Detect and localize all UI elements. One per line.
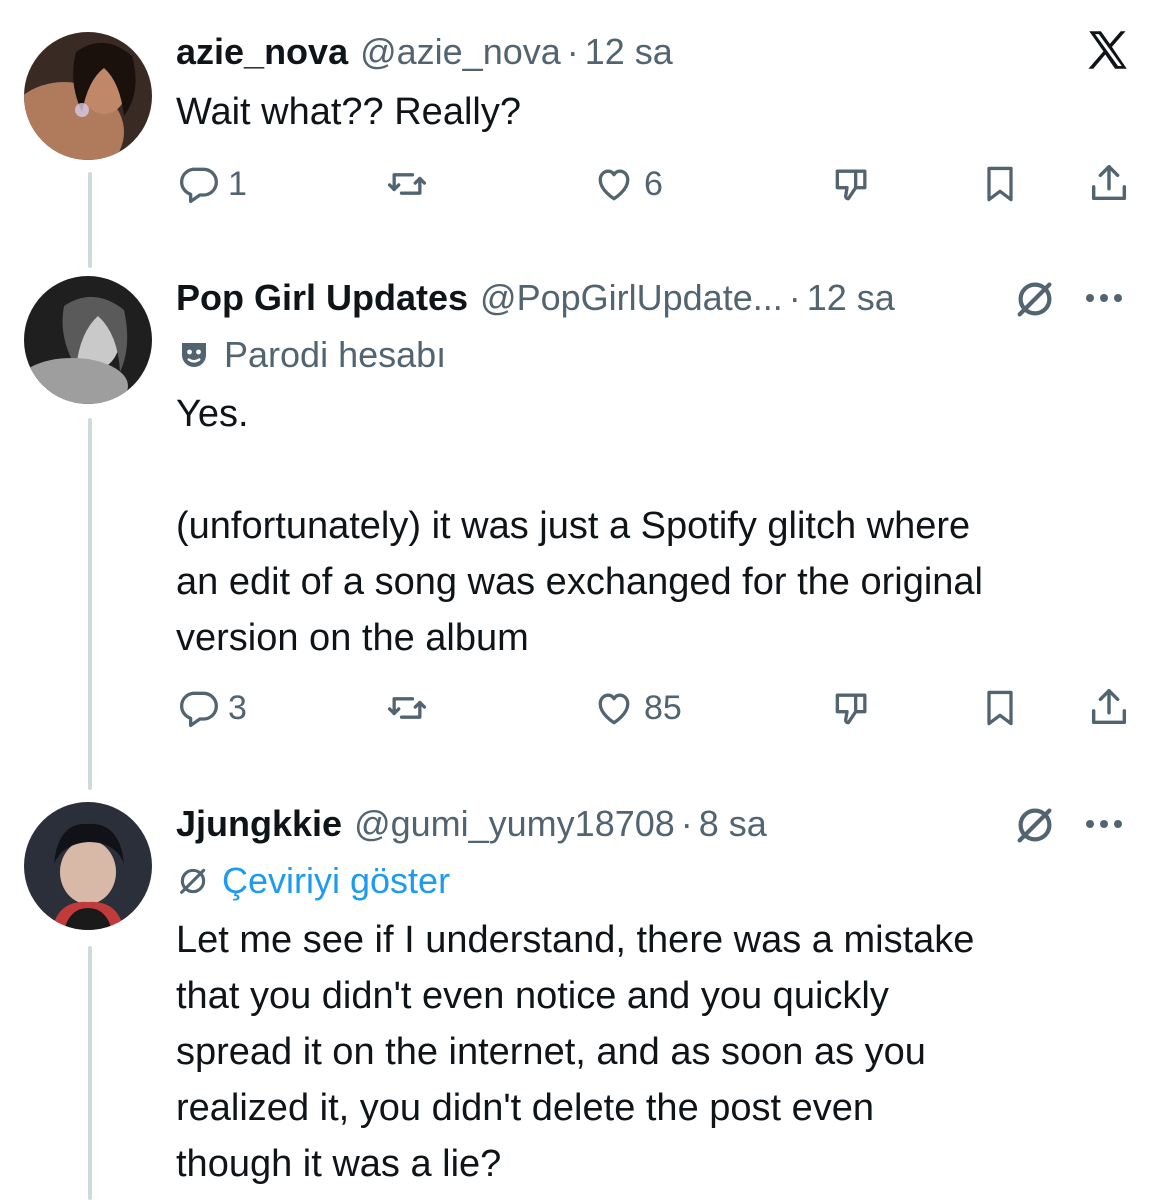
like-count: 6 (644, 164, 663, 203)
share-icon (1091, 164, 1127, 201)
timestamp[interactable]: 8 sa (699, 803, 767, 845)
handle[interactable]: @PopGirlUpdate... (480, 277, 783, 319)
handle[interactable]: @azie_nova (360, 31, 561, 73)
reply-button[interactable]: 3 (176, 686, 247, 730)
avatar[interactable] (24, 802, 152, 930)
display-name[interactable]: Jjungkkie (176, 803, 342, 845)
separator: · (788, 277, 801, 318)
thumbs-down-icon (835, 169, 867, 201)
more-options-icon[interactable] (1086, 292, 1126, 304)
dislike-button[interactable] (830, 162, 874, 206)
reply-icon (180, 167, 218, 204)
parody-mask-icon (182, 343, 206, 367)
heart-icon (598, 169, 630, 201)
share-button[interactable] (1086, 684, 1132, 730)
post-text: Yes. (unfortunately) it was just a Spoti… (176, 393, 983, 659)
repost-icon (387, 697, 427, 719)
avatar[interactable] (24, 276, 152, 404)
bookmark-button[interactable] (978, 686, 1022, 730)
separator: · (680, 803, 693, 844)
bookmark-icon (987, 690, 1013, 726)
avatar[interactable] (24, 32, 152, 160)
separator: · (566, 31, 579, 72)
timestamp[interactable]: 12 sa (807, 277, 895, 319)
reply-count: 1 (228, 164, 247, 203)
reply-count: 3 (228, 688, 247, 727)
thread-line (88, 172, 92, 268)
display-name[interactable]: Pop Girl Updates (176, 277, 468, 319)
grok-icon[interactable] (1012, 802, 1058, 848)
reply-button[interactable]: 1 (176, 162, 247, 206)
post-text: Wait what?? Really? (176, 91, 521, 133)
like-button[interactable]: 6 (592, 162, 663, 206)
timestamp[interactable]: 12 sa (585, 31, 673, 73)
post-text: Let me see if I understand, there was a … (176, 919, 975, 1185)
translate-label[interactable]: Çeviriyi göster (222, 860, 450, 902)
display-name[interactable]: azie_nova (176, 31, 348, 73)
like-button[interactable]: 85 (592, 686, 682, 730)
dislike-button[interactable] (830, 686, 874, 730)
share-button[interactable] (1086, 160, 1132, 206)
post-header: Jjungkkie @gumi_yumy18708 · 8 sa (176, 796, 767, 852)
like-count: 85 (644, 688, 682, 727)
translate-link[interactable]: Çeviriyi göster (176, 856, 450, 906)
grok-icon[interactable] (1012, 276, 1058, 322)
parody-badge: Parodi hesabı (176, 330, 446, 380)
repost-button[interactable] (384, 686, 430, 730)
translate-icon (180, 868, 206, 894)
repost-icon (387, 173, 427, 195)
thumbs-down-icon (835, 693, 867, 725)
post-header: Pop Girl Updates @PopGirlUpdate... · 12 … (176, 270, 895, 326)
repost-button[interactable] (384, 162, 430, 206)
thread-line (88, 418, 92, 790)
thread-line (88, 946, 92, 1200)
handle[interactable]: @gumi_yumy18708 (354, 803, 675, 845)
parody-label: Parodi hesabı (224, 334, 447, 375)
bookmark-button[interactable] (978, 162, 1022, 206)
heart-icon (598, 693, 630, 725)
x-logo-icon[interactable] (1083, 26, 1133, 76)
more-options-icon[interactable] (1086, 818, 1126, 830)
reply-icon (180, 691, 218, 728)
share-icon (1091, 688, 1127, 725)
bookmark-icon (987, 166, 1013, 202)
post-header: azie_nova @azie_nova · 12 sa (176, 24, 673, 80)
